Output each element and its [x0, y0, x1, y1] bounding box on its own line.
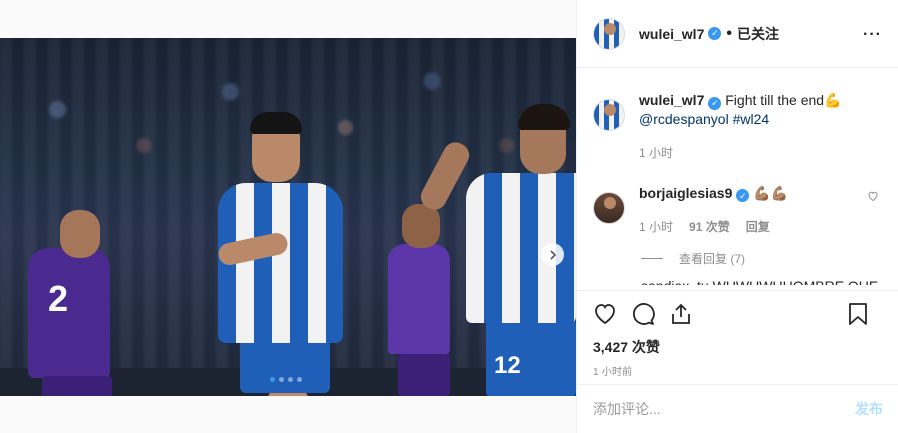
opponent-player-left-head: [60, 210, 100, 258]
avatar[interactable]: [593, 17, 625, 50]
avatar[interactable]: [593, 191, 625, 224]
caption-meta: 1 小时: [639, 144, 842, 162]
mention-link[interactable]: @rcdespanyol: [639, 111, 729, 127]
heart-icon: [595, 304, 615, 325]
post-header: wulei_wl7 ✓ • 已关注 ···: [577, 0, 898, 68]
post-time[interactable]: 1 小时前: [593, 363, 883, 378]
comment-icon: [633, 303, 655, 325]
carousel-dot: [297, 377, 302, 382]
comments-section: wulei_wl7 ✓ Fight till the end💪 @rcdespan…: [577, 69, 898, 290]
comment-button[interactable]: [631, 302, 655, 326]
verified-icon: ✓: [736, 189, 750, 202]
main-player-hair: [250, 112, 302, 134]
post-photo[interactable]: 2 12: [0, 38, 576, 396]
jersey-number-right: 12: [494, 352, 521, 379]
view-replies-button[interactable]: 查看回复 (7): [641, 250, 883, 267]
bookmark-icon: [849, 303, 867, 325]
post-actions: 3,427 次赞 1 小时前: [577, 290, 898, 378]
opponent-player-middle-shorts: [398, 354, 450, 396]
comment-time[interactable]: 1 小时: [639, 218, 673, 236]
opponent-player-left-shorts: [42, 376, 112, 396]
separator-dot: •: [726, 24, 732, 42]
avatar[interactable]: [593, 99, 625, 131]
header-username[interactable]: wulei_wl7: [639, 26, 704, 42]
instagram-post-view: 2 12 wulei_wl7 ✓ • 已关注 ··· wulei_wl7 ✓ F…: [0, 0, 898, 433]
likes-count[interactable]: 3,427 次赞: [593, 337, 883, 357]
hashtag-link[interactable]: #wl24: [733, 111, 770, 127]
verified-icon: ✓: [708, 27, 722, 40]
caption-text: Fight till the end💪: [725, 92, 842, 108]
share-button[interactable]: [669, 302, 693, 326]
save-button[interactable]: [847, 302, 869, 326]
opponent-player-middle-head: [402, 204, 440, 248]
carousel-indicator: [270, 377, 302, 382]
opponent-player-middle: [388, 244, 450, 354]
partial-comment: sandiax_tu WUWUWUHOMBRE QUE: [641, 277, 883, 285]
caption-time[interactable]: 1 小时: [639, 144, 673, 162]
caption-username[interactable]: wulei_wl7: [639, 92, 704, 108]
caption: wulei_wl7 ✓ Fight till the end💪 @rcdespan…: [593, 91, 883, 162]
like-button[interactable]: [593, 302, 617, 326]
main-player-shorts: [240, 338, 330, 393]
comment-username[interactable]: borjaiglesias9: [639, 185, 732, 201]
action-icons: [593, 301, 883, 327]
carousel-dot: [279, 377, 284, 382]
chevron-right-icon: [549, 249, 556, 260]
comment-meta: 1 小时 91 次赞 回复: [639, 218, 788, 236]
following-button[interactable]: 已关注: [737, 24, 779, 44]
comment-body: borjaiglesias9 ✓ 💪🏽💪🏽 1 小时 91 次赞 回复: [639, 184, 788, 237]
reply-button[interactable]: 回复: [746, 218, 770, 236]
carousel-dot: [270, 377, 275, 382]
opponent-player-left: [28, 248, 110, 378]
replies-line: [641, 258, 663, 259]
comment-text: 💪🏽💪🏽: [753, 184, 789, 201]
more-options-icon[interactable]: ···: [863, 26, 882, 44]
verified-icon: ✓: [708, 96, 722, 110]
comment-likes[interactable]: 91 次赞: [689, 218, 730, 236]
carousel-dot: [288, 377, 293, 382]
comment-input[interactable]: [593, 401, 855, 417]
add-comment-bar: 发布: [577, 384, 898, 433]
post-comment-button[interactable]: 发布: [855, 399, 883, 419]
view-replies-label: 查看回复 (7): [679, 252, 746, 266]
caption-body: wulei_wl7 ✓ Fight till the end💪 @rcdespan…: [639, 91, 842, 162]
share-icon: [672, 303, 690, 324]
comment-item: borjaiglesias9 ✓ 💪🏽💪🏽 1 小时 91 次赞 回复: [593, 184, 883, 237]
post-sidebar: wulei_wl7 ✓ • 已关注 ··· wulei_wl7 ✓ Fight t…: [576, 0, 898, 433]
carousel-next-button[interactable]: [541, 243, 564, 266]
post-media: 2 12: [0, 0, 576, 433]
jersey-number-left: 2: [48, 278, 69, 319]
heart-icon[interactable]: [867, 190, 879, 202]
